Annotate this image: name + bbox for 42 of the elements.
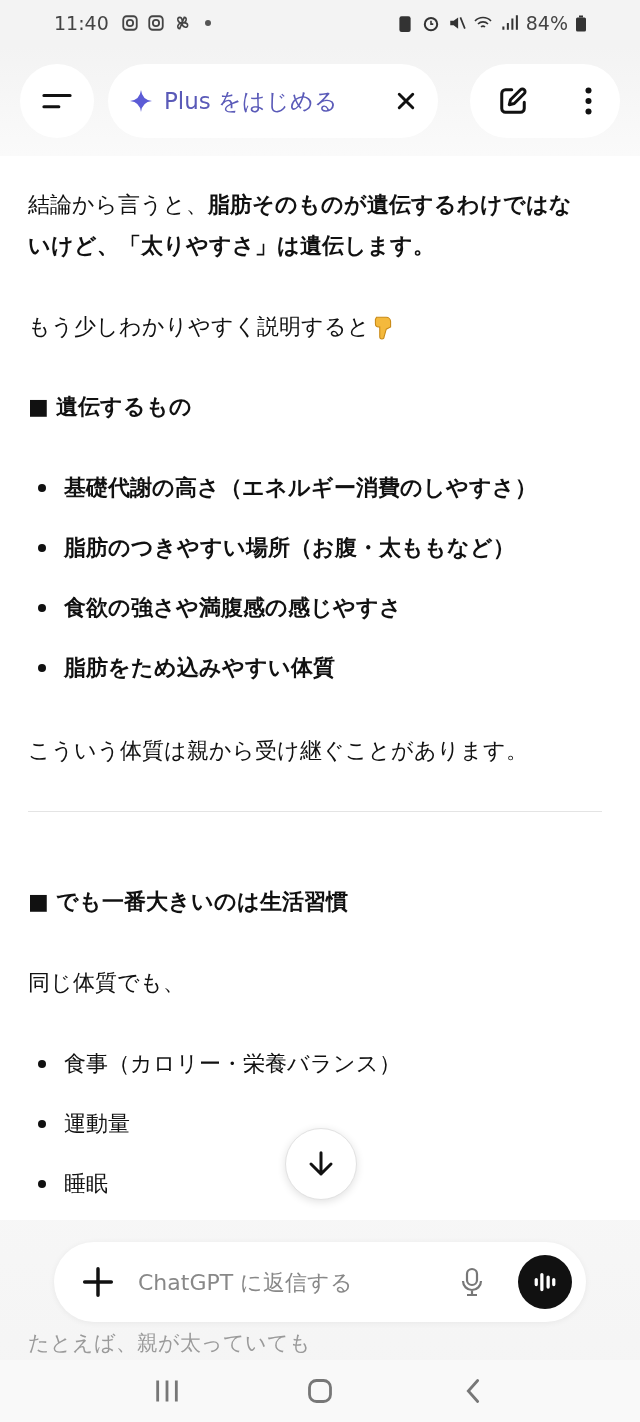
list-item: 基礎代謝の高さ（エネルギー消費のしやすさ） [64, 474, 537, 502]
battery-percent: 84% [525, 12, 568, 34]
microphone-icon[interactable] [460, 1266, 484, 1298]
mute-icon [447, 14, 466, 32]
close-icon [397, 92, 415, 110]
bullet-icon [38, 603, 46, 612]
home-icon[interactable] [306, 1377, 334, 1405]
more-icon[interactable] [584, 86, 592, 116]
camera-icon [120, 14, 139, 32]
bullet-icon [38, 1059, 46, 1068]
list-item: 脂肪のつきやすい場所（お腹・太ももなど） [64, 534, 515, 562]
upgrade-link[interactable]: Plus をはじめる [164, 85, 382, 117]
message-paragraph: 同じ体質でも、 [28, 969, 185, 997]
list-item: 睡眠 [64, 1170, 108, 1198]
battery-icon [576, 14, 586, 32]
dot-icon [204, 20, 211, 26]
list-item: 食事（カロリー・栄養バランス） [64, 1050, 401, 1078]
bullet-icon [38, 663, 46, 672]
bullet-icon [38, 1179, 46, 1188]
menu-icon [42, 91, 72, 111]
scroll-down-button[interactable] [285, 1128, 357, 1200]
list-item: 運動量 [64, 1110, 130, 1138]
bullet-icon [38, 483, 46, 492]
alarm-icon [421, 14, 440, 32]
list-item: 脂肪をため込みやすい体質 [64, 654, 335, 682]
camera-icon [146, 14, 165, 32]
message-paragraph: もう少しわかりやすく説明すると [28, 313, 370, 341]
bullet-icon [38, 543, 46, 552]
message-input[interactable]: ChatGPT に返信する [128, 1269, 446, 1295]
list-item: 食欲の強さや満腹感の感じやすさ [64, 594, 402, 622]
voice-button[interactable] [518, 1255, 572, 1309]
bullet-icon [38, 1119, 46, 1128]
edit-icon[interactable] [498, 86, 529, 116]
faded-message-text: たとえば、親が太っていても [28, 1330, 311, 1357]
sparkle-icon [130, 90, 152, 112]
section-heading: ■ 遺伝するもの [28, 393, 194, 421]
plus-icon[interactable] [82, 1266, 114, 1298]
message-paragraph: こういう体質は親から受け継ぐことがあります。 [28, 737, 528, 765]
message-paragraph: 結論から言うと、脂肪そのものが遺伝するわけではないけど、「太りやすさ」は遺伝します。 [28, 191, 573, 260]
signal-icon [499, 14, 518, 32]
section-heading: ■ でも一番大きいのは生活習慣 [28, 888, 350, 916]
status-time: 11:40 [54, 12, 109, 34]
